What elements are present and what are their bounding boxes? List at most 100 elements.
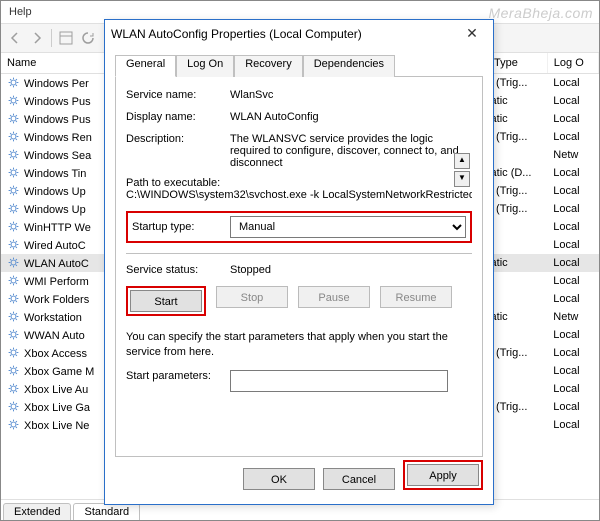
- cell-name: WLAN AutoC: [1, 254, 121, 272]
- back-icon[interactable]: [7, 30, 23, 46]
- menu-help[interactable]: Help: [9, 6, 32, 18]
- gear-icon: [7, 148, 20, 161]
- gear-icon: [7, 130, 20, 143]
- scroll-up-icon[interactable]: ▲: [454, 153, 470, 169]
- services-window: MeraBheja.com Help ? Name rtup Type Log …: [0, 0, 600, 521]
- col-name[interactable]: Name: [1, 53, 121, 74]
- label-path: Path to executable:: [126, 177, 472, 189]
- gear-icon: [7, 274, 20, 287]
- dialog-titlebar[interactable]: WLAN AutoConfig Properties (Local Comput…: [105, 20, 493, 48]
- gear-icon: [7, 364, 20, 377]
- cell-name: Xbox Live Ne: [1, 416, 121, 434]
- value-service-status: Stopped: [230, 264, 271, 276]
- value-display-name: WLAN AutoConfig: [230, 111, 319, 123]
- service-control-buttons: Start Stop Pause Resume: [126, 286, 472, 324]
- tab-extended[interactable]: Extended: [3, 503, 71, 520]
- cell-logon: Local: [547, 272, 598, 290]
- cell-logon: Netw: [547, 308, 598, 326]
- cell-logon: Local: [547, 218, 598, 236]
- forward-icon[interactable]: [29, 30, 45, 46]
- properties-icon[interactable]: [58, 30, 74, 46]
- resume-button: Resume: [380, 286, 452, 308]
- gear-icon: [7, 166, 20, 179]
- cell-logon: Local: [547, 254, 598, 272]
- cell-name: Windows Per: [1, 74, 121, 93]
- gear-icon: [7, 220, 20, 233]
- cell-logon: Netw: [547, 146, 598, 164]
- close-icon[interactable]: ✕: [457, 23, 487, 45]
- cell-logon: Local: [547, 74, 598, 93]
- label-display-name: Display name:: [126, 111, 224, 123]
- cell-name: Xbox Access: [1, 344, 121, 362]
- gear-icon: [7, 112, 20, 125]
- cell-name: Xbox Game M: [1, 362, 121, 380]
- highlight-apply: Apply: [403, 460, 483, 490]
- refresh-icon[interactable]: [80, 30, 96, 46]
- gear-icon: [7, 382, 20, 395]
- tab-standard[interactable]: Standard: [73, 503, 140, 520]
- cell-logon: Local: [547, 344, 598, 362]
- col-logon-as[interactable]: Log O: [547, 53, 598, 74]
- gear-icon: [7, 256, 20, 269]
- tab-logon[interactable]: Log On: [176, 55, 234, 77]
- cell-logon: Local: [547, 236, 598, 254]
- cell-logon: Local: [547, 380, 598, 398]
- highlight-startup-type: Startup type: Manual: [126, 211, 472, 243]
- cell-logon: Local: [547, 128, 598, 146]
- start-button[interactable]: Start: [130, 290, 202, 312]
- pause-button: Pause: [298, 286, 370, 308]
- start-params-input[interactable]: [230, 370, 448, 392]
- cell-name: WinHTTP We: [1, 218, 121, 236]
- cell-name: WWAN Auto: [1, 326, 121, 344]
- scroll-down-icon[interactable]: ▼: [454, 171, 470, 187]
- toolbar-divider: [51, 29, 52, 47]
- gear-icon: [7, 328, 20, 341]
- startup-type-select[interactable]: Manual: [230, 216, 466, 238]
- gear-icon: [7, 418, 20, 431]
- label-description: Description:: [126, 133, 224, 145]
- cancel-button[interactable]: Cancel: [323, 468, 395, 490]
- apply-button[interactable]: Apply: [407, 464, 479, 486]
- cell-name: Windows Up: [1, 200, 121, 218]
- dialog-bottom-buttons: OK Cancel Apply: [243, 460, 483, 498]
- value-path: C:\WINDOWS\system32\svchost.exe -k Local…: [126, 189, 472, 201]
- value-description: The WLANSVC service provides the logic r…: [230, 133, 460, 167]
- ok-button[interactable]: OK: [243, 468, 315, 490]
- dialog-tabs: General Log On Recovery Dependencies: [115, 54, 483, 77]
- label-start-params: Start parameters:: [126, 370, 224, 382]
- cell-name: Windows Ren: [1, 128, 121, 146]
- separator: [126, 253, 472, 254]
- dialog-title: WLAN AutoConfig Properties (Local Comput…: [111, 27, 457, 41]
- gear-icon: [7, 400, 20, 413]
- cell-name: Windows Tin: [1, 164, 121, 182]
- cell-logon: Local: [547, 290, 598, 308]
- gear-icon: [7, 184, 20, 197]
- highlight-start: Start: [126, 286, 206, 316]
- description-scrollbar[interactable]: ▲ ▼: [454, 153, 468, 187]
- gear-icon: [7, 292, 20, 305]
- label-startup-type: Startup type:: [132, 221, 230, 233]
- start-params-note: You can specify the start parameters tha…: [126, 330, 472, 360]
- stop-button: Stop: [216, 286, 288, 308]
- cell-name: Windows Pus: [1, 92, 121, 110]
- value-service-name: WlanSvc: [230, 89, 273, 101]
- cell-name: WMI Perform: [1, 272, 121, 290]
- tab-general[interactable]: General: [115, 55, 176, 77]
- cell-logon: Local: [547, 92, 598, 110]
- cell-name: Work Folders: [1, 290, 121, 308]
- gear-icon: [7, 346, 20, 359]
- cell-logon: Local: [547, 110, 598, 128]
- cell-name: Workstation: [1, 308, 121, 326]
- cell-logon: Local: [547, 200, 598, 218]
- cell-logon: Local: [547, 416, 598, 434]
- properties-dialog: WLAN AutoConfig Properties (Local Comput…: [104, 19, 494, 505]
- tab-recovery[interactable]: Recovery: [234, 55, 302, 77]
- cell-name: Xbox Live Ga: [1, 398, 121, 416]
- tab-general-page: Service name: WlanSvc Display name: WLAN…: [115, 77, 483, 457]
- label-service-status: Service status:: [126, 264, 224, 276]
- cell-logon: Local: [547, 164, 598, 182]
- cell-name: Windows Up: [1, 182, 121, 200]
- cell-logon: Local: [547, 362, 598, 380]
- tab-dependencies[interactable]: Dependencies: [303, 55, 395, 77]
- gear-icon: [7, 94, 20, 107]
